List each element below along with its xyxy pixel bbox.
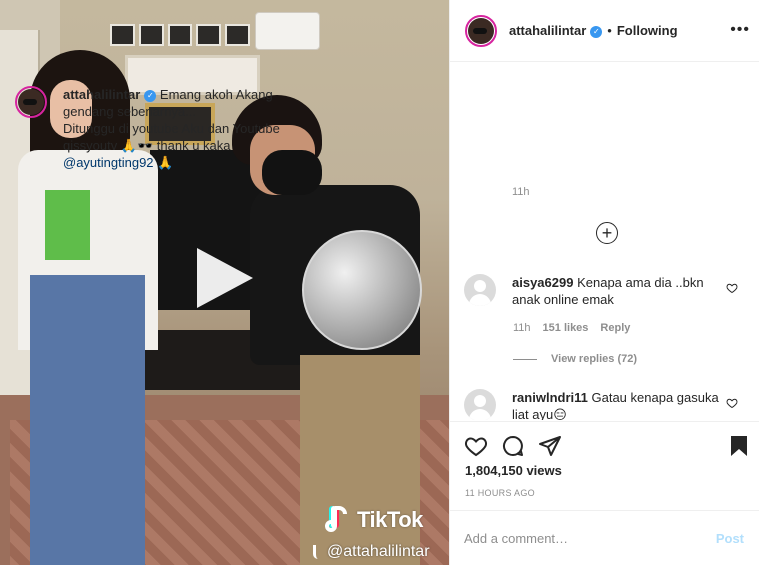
comment-text: raniwlndri11 Gatau kenapa gasuka liat ay… [512,389,722,420]
tiktok-logo-icon [325,506,351,534]
comment-avatar[interactable] [464,389,496,420]
profile-avatar[interactable] [465,14,497,47]
header-username[interactable]: attahalilintar ✓ [509,23,603,38]
add-comment-input[interactable] [464,530,716,546]
woman-green-top [45,190,90,260]
woman-jeans [30,275,145,565]
following-button[interactable]: Following [617,23,678,38]
play-icon[interactable] [197,248,253,308]
comment-like-heart-icon[interactable] [726,397,738,409]
caption-mention-suffix: 🙏 [153,155,174,170]
air-conditioner [255,12,320,50]
saved-bookmark-icon[interactable] [727,434,751,458]
comment-avatar[interactable] [464,274,496,306]
comment-likes[interactable]: 151 likes [543,322,589,334]
caption-line2: Ditunggu di youtube Aku dan Youtube qiss… [63,121,280,153]
post-caption: attahalilintar ✓ Emang akoh Akang gendang… [15,86,300,171]
comment-time: 11h [513,322,531,334]
view-replies-button[interactable]: View replies (72) [513,353,637,365]
post-header: attahalilintar ✓ • Following ••• [450,0,759,62]
video-player[interactable]: TikTok @attahalilintar [0,0,449,565]
caption-avatar[interactable] [15,86,47,118]
tiktok-handle: @attahalilintar [313,543,430,561]
comment-username[interactable]: raniwlndri11 [512,390,588,405]
photo-frames [110,24,250,46]
add-comment-bar: Post [449,510,759,565]
comment-username[interactable]: aisya6299 [512,275,573,290]
view-replies-label: View replies (72) [551,353,638,365]
comment-item: raniwlndri11 Gatau kenapa gasuka liat ay… [464,389,749,420]
post-time-ago: 11 HOURS AGO [465,488,535,498]
verified-badge-icon: ✓ [144,89,157,102]
tiktok-watermark: TikTok [325,506,423,534]
view-replies-line [513,358,537,360]
comment-meta: 11h 151 likes Reply [513,322,630,334]
more-horizontal-icon[interactable]: ••• [730,22,750,38]
metal-bowl [302,230,422,350]
comment-reply-button[interactable]: Reply [600,322,630,334]
tiktok-wordmark: TikTok [357,507,423,532]
comment-text: aisya6299 Kenapa ama dia ..bkn anak onli… [512,274,722,308]
caption-username[interactable]: attahalilintar ✓ [63,87,157,102]
tiktok-handle-text: @attahalilintar [327,543,430,560]
like-heart-icon[interactable] [464,434,488,458]
comment-bubble-icon[interactable] [501,434,525,458]
header-separator: • [607,23,612,38]
view-count[interactable]: 1,804,150 views [465,463,562,478]
caption-mention-link[interactable]: @ayutingting92 [63,155,154,170]
tiktok-mini-icon [313,545,323,559]
comment-item: aisya6299 Kenapa ama dia ..bkn anak onli… [464,274,749,308]
caption-timestamp: 11h [512,186,530,198]
caption-text: attahalilintar ✓ Emang akoh Akang gendang… [63,86,300,171]
share-paper-plane-icon[interactable] [538,434,562,458]
load-more-comments-icon[interactable]: + [596,222,618,244]
post-comment-button[interactable]: Post [716,531,744,546]
verified-badge-icon: ✓ [590,25,603,38]
comment-clip: raniwlndri11 Gatau kenapa gasuka liat ay… [449,380,759,420]
comment-like-heart-icon[interactable] [726,282,738,294]
